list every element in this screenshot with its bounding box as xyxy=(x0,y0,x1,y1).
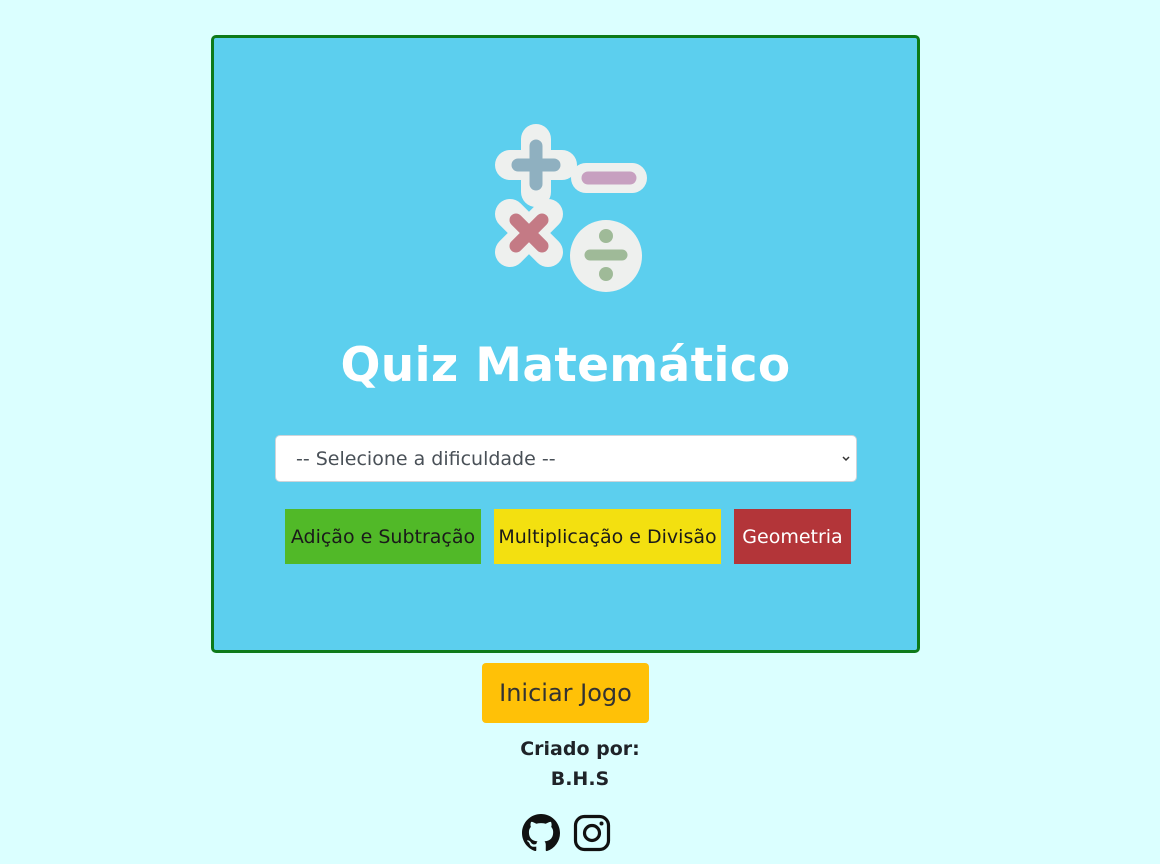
addition-subtraction-button[interactable]: Adição e Subtração xyxy=(285,509,481,564)
created-by-label: Criado por: xyxy=(520,738,640,760)
difficulty-select-value: -- Selecione a dificuldade -- xyxy=(296,447,556,470)
author-name: B.H.S xyxy=(550,768,610,790)
multiplication-division-button[interactable]: Multiplicação e Divisão xyxy=(494,509,721,564)
instagram-icon[interactable] xyxy=(573,814,611,852)
math-operators-icon xyxy=(495,124,647,292)
plus-icon xyxy=(495,124,577,207)
times-icon xyxy=(495,199,563,267)
difficulty-select[interactable]: -- Selecione a dificuldade -- xyxy=(275,435,857,482)
quiz-panel: Quiz Matemático -- Selecione a dificulda… xyxy=(211,35,920,653)
chevron-down-icon xyxy=(842,456,850,462)
start-game-button[interactable]: Iniciar Jogo xyxy=(482,663,649,723)
divide-icon xyxy=(570,220,642,292)
geometry-button[interactable]: Geometria xyxy=(734,509,851,564)
page-title: Quiz Matemático xyxy=(340,338,791,393)
github-icon[interactable] xyxy=(522,814,560,852)
